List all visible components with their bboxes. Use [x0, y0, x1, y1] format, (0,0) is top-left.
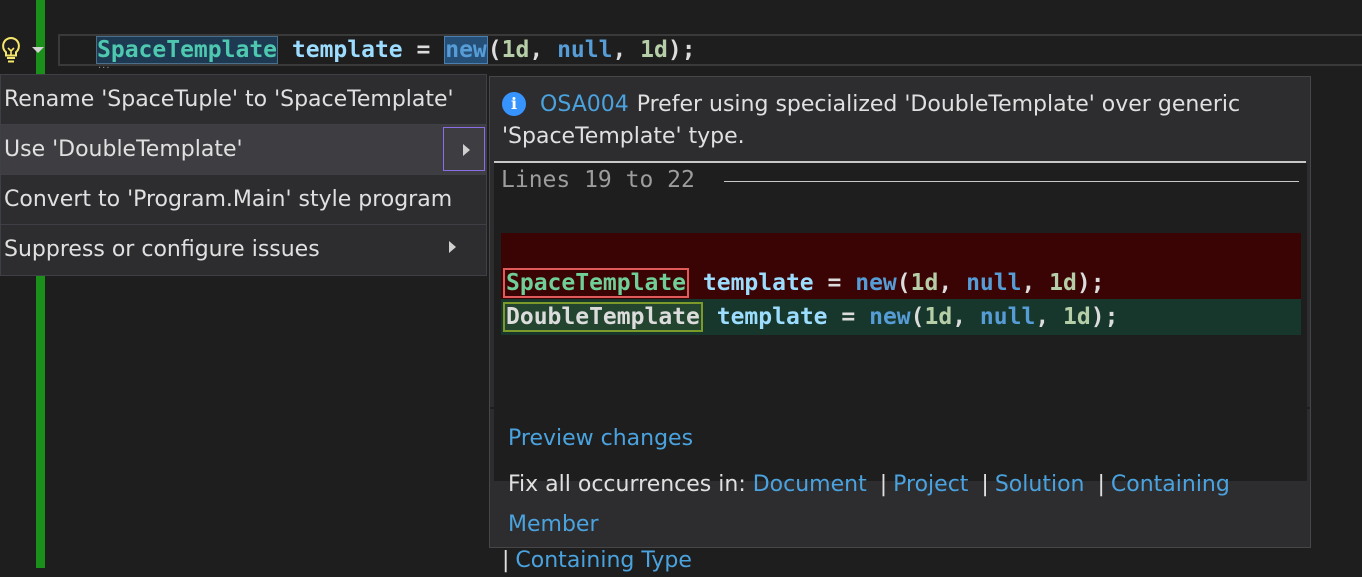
fix-all-row: Fix all occurrences in: Document | Projec… — [508, 465, 1308, 545]
separator: | — [981, 472, 989, 497]
menu-item-label: Use 'DoubleTemplate' — [4, 137, 243, 162]
new-keyword-token: new — [869, 304, 911, 330]
chevron-down-icon[interactable] — [32, 47, 44, 53]
operator-token: = — [416, 37, 431, 63]
divider — [490, 407, 1310, 409]
chevron-right-icon — [463, 144, 470, 156]
diagnostic-message: i OSA004 Prefer using specialized 'DoubleT… — [502, 89, 1292, 153]
separator: | — [879, 472, 888, 497]
comma-token: , — [952, 304, 967, 330]
paren-token: ( — [487, 37, 502, 63]
preview-changes-link[interactable]: Preview changes — [508, 423, 1308, 455]
new-keyword-token: new — [444, 36, 488, 64]
menu-item-rename[interactable]: Rename 'SpaceTuple' to 'SpaceTemplate' — [1, 75, 486, 125]
type-token[interactable]: SpaceTemplate — [96, 36, 279, 64]
lines-range-label: Lines 19 to 22 — [501, 167, 695, 193]
preview-panel: i OSA004 Prefer using specialized 'DoubleT… — [489, 76, 1311, 573]
paren-token: ( — [910, 304, 925, 330]
identifier-token: template — [291, 37, 403, 63]
fix-all-label: Fix all occurrences in: — [508, 472, 746, 497]
menu-item-label: Convert to 'Program.Main' style program — [4, 187, 453, 212]
comma-token: , — [1035, 304, 1050, 330]
submenu-expand-button[interactable] — [443, 127, 485, 171]
info-icon: i — [502, 92, 526, 116]
separator: | — [502, 548, 510, 573]
menu-item-use-doubletemplate[interactable]: Use 'DoubleTemplate' — [1, 125, 486, 175]
identifier-token: template — [716, 304, 828, 330]
separator: | — [1097, 472, 1105, 497]
operator-token: = — [841, 304, 856, 330]
comma-token: , — [938, 270, 953, 296]
menu-item-label: Suppress or configure issues — [4, 237, 320, 262]
arg-token: 1d — [640, 37, 668, 63]
close-token: ); — [1090, 304, 1119, 330]
divider — [724, 181, 1299, 182]
arg-token: 1d — [1049, 270, 1077, 296]
arg-token: 1d — [910, 270, 939, 296]
fix-scope-project[interactable]: Project — [893, 472, 968, 497]
comma-token: , — [1021, 270, 1036, 296]
comma-token: , — [612, 37, 627, 63]
removed-type-token: SpaceTemplate — [503, 268, 690, 298]
close-token: ); — [1076, 270, 1105, 296]
operator-token: = — [827, 270, 842, 296]
fix-scope-document[interactable]: Document — [753, 472, 867, 497]
added-type-token: DoubleTemplate — [503, 302, 703, 332]
preview-actions: Preview changes Fix all occurrences in: … — [502, 423, 1308, 573]
arg-token: 1d — [1063, 304, 1091, 330]
suggestion-dots: ... — [98, 60, 111, 71]
null-keyword-token: null — [966, 270, 1022, 296]
quick-actions-menu: Rename 'SpaceTuple' to 'SpaceTemplate' U… — [0, 74, 487, 276]
chevron-right-icon[interactable] — [449, 241, 456, 253]
close-token: ); — [667, 37, 696, 63]
identifier-token: template — [702, 270, 814, 296]
arg-token: 1d — [501, 37, 530, 63]
removed-code-line: SpaceTemplate template = new(1d, null, 1… — [503, 267, 1105, 299]
code-line[interactable]: SpaceTemplate template = new(1d, null, 1… — [96, 34, 696, 66]
fix-scope-containing-type[interactable]: Containing Type — [515, 548, 691, 573]
null-keyword-token: null — [557, 37, 613, 63]
paren-token: ( — [896, 270, 911, 296]
menu-item-convert-program-main[interactable]: Convert to 'Program.Main' style program — [1, 175, 486, 225]
menu-item-label: Rename 'SpaceTuple' to 'SpaceTemplate' — [4, 87, 454, 112]
comma-token: , — [529, 37, 544, 63]
lightbulb-icon — [2, 36, 20, 63]
fix-scope-solution[interactable]: Solution — [995, 472, 1085, 497]
new-keyword-token: new — [855, 270, 897, 296]
quick-actions-button[interactable] — [0, 32, 56, 68]
menu-item-suppress[interactable]: Suppress or configure issues — [1, 225, 486, 275]
null-keyword-token: null — [979, 304, 1036, 330]
fix-all-row-wrap: | Containing Type — [502, 545, 692, 577]
arg-token: 1d — [924, 304, 953, 330]
added-code-line: DoubleTemplate template = new(1d, null, … — [503, 301, 1118, 333]
diagnostic-id-link[interactable]: OSA004 — [540, 92, 629, 117]
